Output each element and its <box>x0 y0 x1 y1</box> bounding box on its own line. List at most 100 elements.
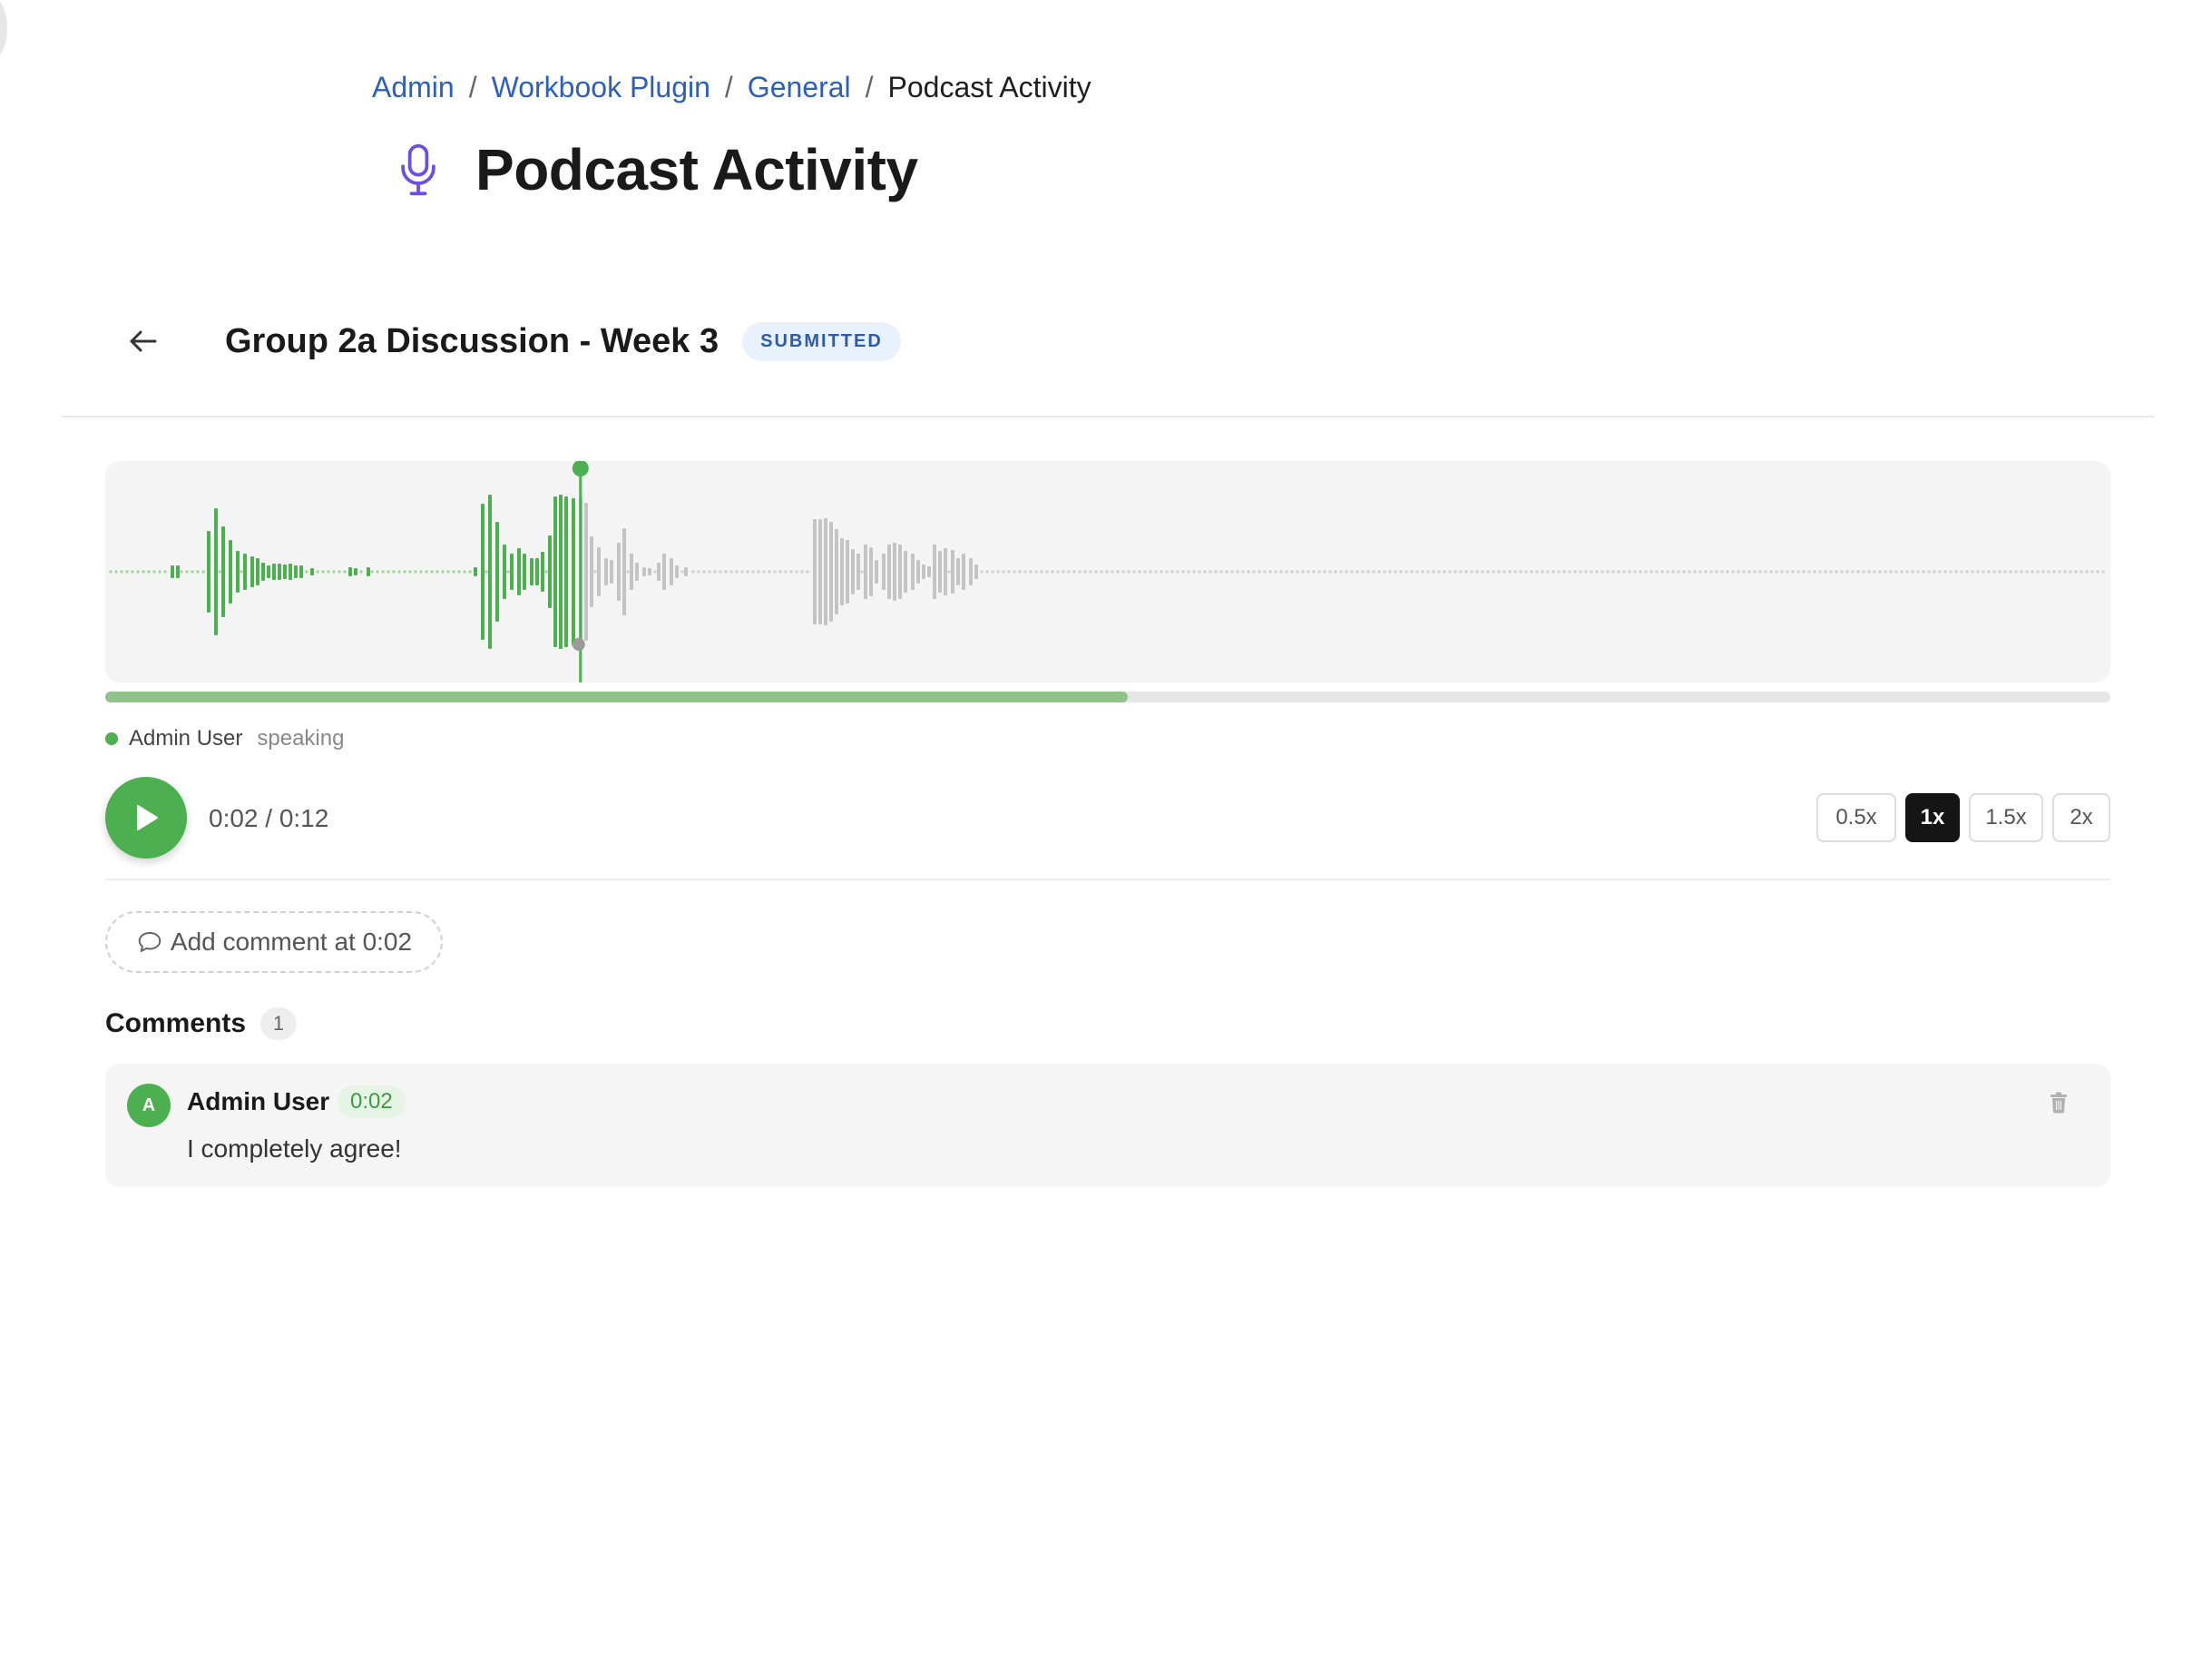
waveform-bar <box>840 538 844 605</box>
waveform-bar <box>662 554 666 590</box>
waveform-silence-dot <box>240 570 243 574</box>
waveform[interactable] <box>105 461 2110 682</box>
waveform-bar <box>829 522 833 622</box>
waveform-bar <box>354 568 357 575</box>
waveform-silence-dot <box>708 570 711 574</box>
comment-timestamp[interactable]: 0:02 <box>338 1085 406 1118</box>
waveform-silence-dot <box>338 570 341 574</box>
waveform-silence-dot <box>1644 570 1648 574</box>
waveform-silence-dot <box>1524 570 1528 574</box>
waveform-silence-dot <box>1824 570 1827 574</box>
waveform-bar <box>927 566 931 577</box>
waveform-silence-dot <box>1519 570 1522 574</box>
waveform-silence-dot <box>1769 570 1773 574</box>
waveform-bar <box>969 558 973 585</box>
waveform-silence-dot <box>441 570 445 574</box>
breadcrumb-general[interactable]: General <box>748 67 851 107</box>
breadcrumb-admin[interactable]: Admin <box>372 67 455 107</box>
waveform-silence-dot <box>2101 570 2105 574</box>
waveform-silence-dot <box>1845 570 1849 574</box>
waveform-silence-dot <box>1072 570 1076 574</box>
playhead-handle[interactable] <box>572 461 589 476</box>
waveform-silence-dot <box>218 570 221 574</box>
progress-fill <box>105 692 1129 702</box>
waveform-bar <box>813 519 817 624</box>
progress-bar[interactable] <box>105 692 2110 702</box>
speed-2x-button[interactable]: 2x <box>2052 793 2110 842</box>
waveform-bar <box>835 529 838 614</box>
waveform-bar <box>294 565 298 578</box>
waveform-silence-dot <box>1709 570 1713 574</box>
speed-1.5x-button[interactable]: 1.5x <box>1969 793 2043 842</box>
waveform-bar <box>272 564 276 580</box>
add-comment-button[interactable]: Add comment at 0:02 <box>105 911 443 973</box>
waveform-silence-dot <box>626 570 630 574</box>
waveform-silence-dot <box>120 570 123 574</box>
waveform-bar <box>846 540 849 604</box>
speaker-name: Admin User <box>129 726 243 751</box>
waveform-bar <box>944 548 947 595</box>
waveform-silence-dot <box>2041 570 2045 574</box>
speed-0.5x-button[interactable]: 0.5x <box>1816 793 1896 842</box>
play-button[interactable] <box>105 777 187 859</box>
waveform-silence-dot <box>1258 570 1261 574</box>
waveform-silence-dot <box>1911 570 1914 574</box>
waveform-silence-dot <box>2052 570 2056 574</box>
waveform-bar <box>916 560 920 584</box>
comment-item: A Admin User 0:02 I completely agree! <box>105 1064 2110 1187</box>
waveform-silence-dot <box>2025 570 2029 574</box>
waveform-silence-dot <box>1568 570 1571 574</box>
waveform-silence-dot <box>201 570 205 574</box>
waveform-silence-dot <box>1807 570 1811 574</box>
waveform-bar <box>481 504 484 640</box>
waveform-bar <box>541 552 544 592</box>
back-button[interactable] <box>123 321 163 361</box>
comments-count-badge: 1 <box>260 1007 298 1040</box>
waveform-silence-dot <box>795 570 798 574</box>
waveform-bar <box>956 558 960 585</box>
waveform-silence-dot <box>1307 570 1310 574</box>
waveform-silence-dot <box>806 570 809 574</box>
waveform-bar <box>214 508 218 635</box>
waveform-silence-dot <box>125 570 129 574</box>
waveform-silence-dot <box>1372 570 1375 574</box>
waveform-silence-dot <box>680 570 684 574</box>
waveform-bar <box>348 567 352 576</box>
waveform-silence-dot <box>1149 570 1152 574</box>
waveform-silence-dot <box>1464 570 1468 574</box>
waveform-silence-dot <box>381 570 385 574</box>
waveform-silence-dot <box>1121 570 1125 574</box>
waveform-silence-dot <box>1214 570 1218 574</box>
waveform-silence-dot <box>419 570 423 574</box>
waveform-silence-dot <box>1780 570 1784 574</box>
waveform-silence-dot <box>2031 570 2034 574</box>
waveform-silence-dot <box>163 570 167 574</box>
waveform-silence-dot <box>1317 570 1321 574</box>
breadcrumb-separator: / <box>724 71 733 103</box>
waveform-silence-dot <box>1013 570 1016 574</box>
waveform-silence-dot <box>316 570 319 574</box>
waveform-silence-dot <box>1693 570 1697 574</box>
waveform-silence-dot <box>1758 570 1762 574</box>
waveform-bar <box>904 551 907 593</box>
speed-1x-button[interactable]: 1x <box>1905 793 1960 842</box>
waveform-silence-dot <box>1453 570 1457 574</box>
waveform-bar <box>564 496 568 647</box>
waveform-silence-dot <box>392 570 396 574</box>
waveform-silence-dot <box>1851 570 1855 574</box>
waveform-silence-dot <box>1089 570 1092 574</box>
waveform-silence-dot <box>1078 570 1082 574</box>
waveform-silence-dot <box>114 570 118 574</box>
waveform-bar <box>962 554 965 590</box>
waveform-silence-dot <box>1698 570 1702 574</box>
delete-comment-button[interactable] <box>2043 1087 2074 1118</box>
breadcrumb-workbook-plugin[interactable]: Workbook Plugin <box>492 67 710 107</box>
waveform-silence-dot <box>1513 570 1517 574</box>
waveform-silence-dot <box>1856 570 1860 574</box>
waveform-silence-dot <box>196 570 200 574</box>
waveform-silence-dot <box>773 570 777 574</box>
waveform-silence-dot <box>1437 570 1441 574</box>
waveform-silence-dot <box>430 570 434 574</box>
waveform-silence-dot <box>1421 570 1424 574</box>
waveform-bar <box>517 548 521 595</box>
